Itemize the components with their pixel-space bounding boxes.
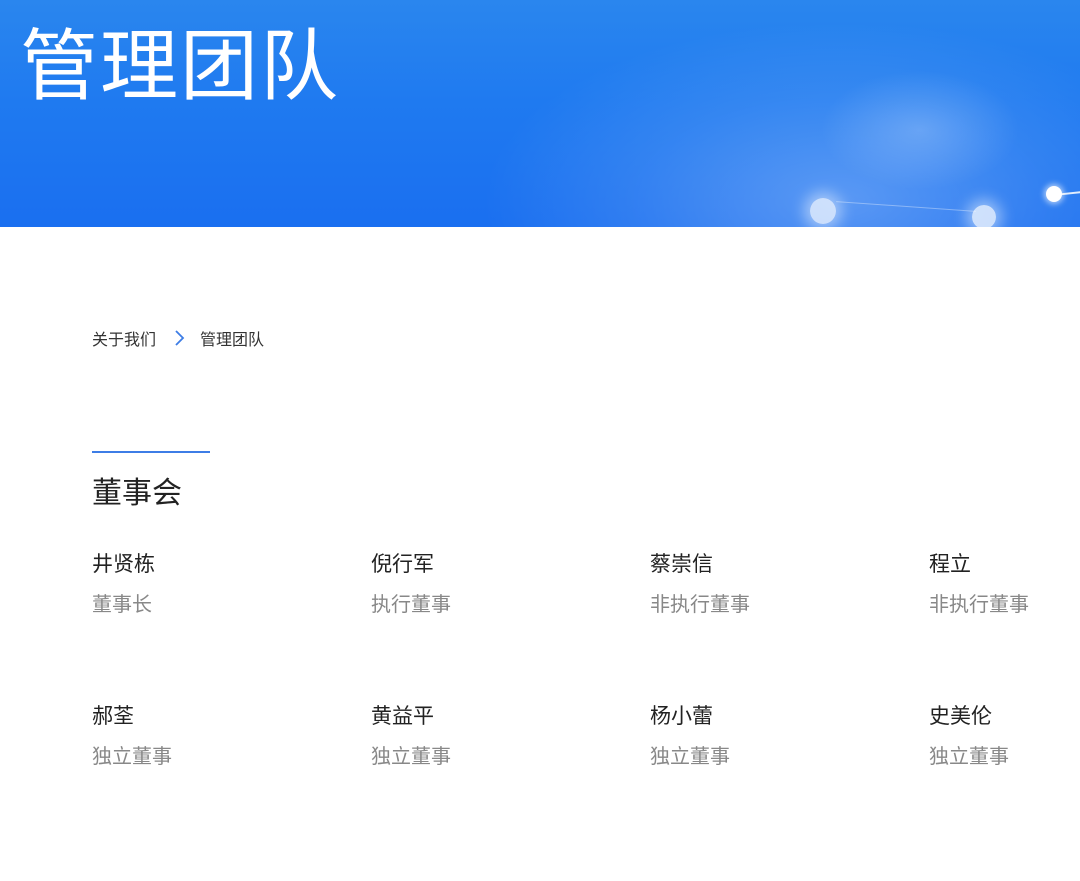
breadcrumb-current: 管理团队 xyxy=(200,330,265,349)
member-name: 程立 xyxy=(929,552,971,576)
member-name: 杨小蕾 xyxy=(650,704,713,728)
member-card: 程立 非执行董事 xyxy=(929,548,1080,618)
breadcrumb-link-about-us[interactable]: 关于我们 xyxy=(92,326,156,350)
member-role: 非执行董事 xyxy=(650,592,750,616)
member-card: 井贤栋 董事长 xyxy=(92,548,371,618)
member-name: 井贤栋 xyxy=(92,552,155,576)
member-card: 郝荃 独立董事 xyxy=(92,700,371,770)
member-role: 非执行董事 xyxy=(929,592,1029,616)
banner-glow-decoration xyxy=(820,70,1020,190)
breadcrumb: 关于我们 管理团队 xyxy=(92,326,264,350)
member-name: 蔡崇信 xyxy=(650,552,713,576)
banner-network-node xyxy=(1046,186,1062,202)
chevron-right-icon xyxy=(170,329,188,347)
member-card: 蔡崇信 非执行董事 xyxy=(650,548,929,618)
page-title: 管理团队 xyxy=(20,22,341,112)
member-role: 独立董事 xyxy=(92,744,172,768)
member-name: 倪行军 xyxy=(371,552,434,576)
board-members-grid: 井贤栋 董事长 倪行军 执行董事 蔡崇信 非执行董事 程立 非执行董事 郝荃 独… xyxy=(92,548,1080,770)
member-card: 杨小蕾 独立董事 xyxy=(650,700,929,770)
section-divider xyxy=(92,451,210,453)
member-role: 执行董事 xyxy=(371,592,451,616)
member-role: 独立董事 xyxy=(650,744,730,768)
member-role: 独立董事 xyxy=(371,744,451,768)
member-role: 董事长 xyxy=(92,592,152,616)
section-title: 董事会 xyxy=(92,476,182,511)
page-banner: 管理团队 xyxy=(0,0,1080,227)
member-role: 独立董事 xyxy=(929,744,1009,768)
member-card: 史美伦 独立董事 xyxy=(929,700,1080,770)
member-name: 郝荃 xyxy=(92,704,134,728)
member-card: 黄益平 独立董事 xyxy=(371,700,650,770)
banner-network-node xyxy=(972,205,996,227)
member-name: 史美伦 xyxy=(929,704,992,728)
banner-network-node xyxy=(810,198,836,224)
member-name: 黄益平 xyxy=(371,704,434,728)
member-card: 倪行军 执行董事 xyxy=(371,548,650,618)
